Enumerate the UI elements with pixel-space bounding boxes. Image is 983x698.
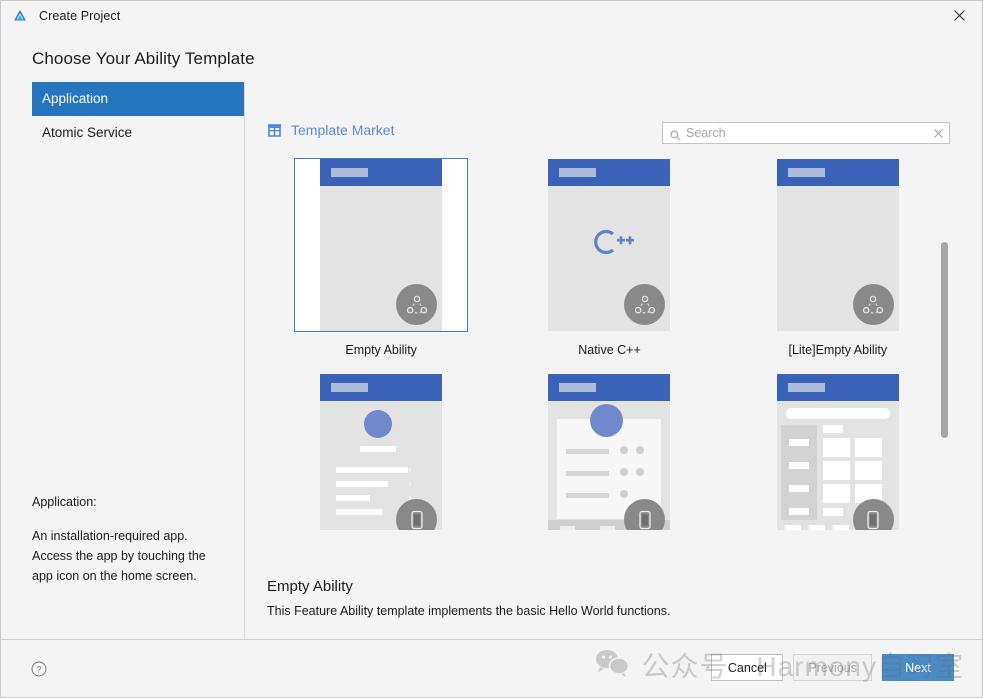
template-thumbnail — [776, 159, 899, 331]
title-bar: Create Project — [1, 1, 982, 31]
chevron-right-icon: › — [408, 478, 412, 488]
art-tile — [822, 461, 850, 480]
thumb-titlebar — [320, 374, 443, 401]
template-thumbnail — [548, 374, 671, 530]
next-button[interactable]: Next — [882, 654, 954, 681]
template-grid: Empty Ability Native C++ [Lite]Empty Abi… — [267, 158, 952, 530]
thumb-titlebar — [776, 374, 899, 401]
art-bar — [566, 449, 610, 454]
template-market-link[interactable]: Template Market — [267, 122, 394, 138]
template-grid-scrollbar[interactable] — [941, 242, 948, 438]
art-bar — [788, 485, 809, 492]
art-bar — [360, 446, 397, 452]
cpp-logo-icon — [548, 227, 670, 257]
footer-buttons: Cancel Previous Next — [711, 654, 954, 681]
art-square — [832, 525, 849, 530]
dialog-body: Choose Your Ability Template Application… — [1, 30, 982, 640]
template-thumbnail — [320, 159, 443, 331]
art-bar — [788, 508, 809, 515]
art-bar — [566, 493, 610, 498]
page-title: Choose Your Ability Template — [32, 49, 255, 68]
template-card-frame — [751, 373, 925, 530]
category-description: Application: An installation-required ap… — [32, 492, 226, 586]
art-bar — [336, 467, 409, 473]
art-square — [600, 526, 616, 530]
template-card-frame — [751, 158, 925, 332]
template-card-about-ability[interactable]: › › › › — [267, 373, 495, 530]
template-card-lite-empty-ability[interactable]: [Lite]Empty Ability — [724, 158, 952, 357]
description-title: Empty Ability — [267, 578, 353, 595]
template-card-label: Empty Ability — [345, 343, 417, 357]
description-text: This Feature Ability template implements… — [267, 604, 671, 618]
art-bar — [336, 481, 389, 487]
chevron-right-icon: › — [408, 464, 412, 474]
art-search-field — [785, 408, 890, 419]
art-bar — [336, 495, 371, 501]
selected-template-description: Empty Ability This Feature Ability templ… — [267, 578, 952, 618]
help-circle-icon[interactable]: ? — [31, 661, 47, 677]
art-square — [784, 525, 801, 530]
search-box[interactable] — [662, 122, 950, 144]
art-bar — [822, 425, 843, 433]
sidebar-item-label: Atomic Service — [42, 125, 133, 140]
template-row: › › › › — [267, 373, 952, 530]
close-icon[interactable] — [927, 123, 949, 143]
phone-icon — [852, 499, 894, 530]
template-market-label: Template Market — [291, 122, 395, 138]
sidebar-item-application[interactable]: Application — [32, 82, 244, 116]
template-card-frame — [522, 373, 696, 530]
art-square — [560, 526, 576, 530]
art-sidebar — [780, 425, 817, 529]
sidebar-item-label: Application — [42, 91, 109, 106]
template-thumbnail — [548, 159, 671, 331]
sidebar-item-atomic-service[interactable]: Atomic Service — [32, 116, 244, 150]
art-bar — [788, 462, 809, 469]
search-icon — [670, 128, 681, 141]
template-content: Template Market Search Empty Ability Nat… — [245, 82, 982, 640]
svg-text:?: ? — [36, 665, 41, 675]
template-card-label: [Lite]Empty Ability — [788, 343, 888, 357]
art-bar — [822, 508, 843, 516]
dialog-footer: ? Cancel Previous Next — [1, 639, 982, 697]
art-tile — [854, 461, 882, 480]
share-icon — [396, 284, 438, 325]
art-bar — [788, 439, 809, 446]
template-card-frame — [294, 158, 469, 332]
art-square — [808, 525, 825, 530]
deveco-logo-icon — [12, 8, 28, 24]
window-title: Create Project — [39, 8, 121, 23]
close-window-button[interactable] — [937, 1, 982, 29]
template-thumbnail — [776, 374, 899, 530]
thumb-titlebar — [320, 159, 443, 186]
thumb-titlebar — [548, 374, 671, 401]
template-row: Empty Ability Native C++ [Lite]Empty Abi… — [267, 158, 952, 357]
art-tile — [822, 438, 850, 457]
category-sidebar: Application Atomic Service Application: … — [1, 82, 245, 640]
shop-icon — [267, 123, 282, 137]
avatar — [364, 410, 393, 438]
template-card-empty-ability[interactable]: Empty Ability — [267, 158, 495, 357]
art-bar — [336, 509, 383, 515]
thumb-titlebar — [776, 159, 899, 186]
template-card-category-ability[interactable]: Category Ability — [724, 373, 952, 530]
art-bar — [566, 471, 610, 476]
art-tile — [854, 438, 882, 457]
cancel-button[interactable]: Cancel — [711, 654, 784, 681]
template-card-label: Native C++ — [578, 343, 641, 357]
template-card-frame: › › › › — [294, 373, 468, 530]
category-description-body: An installation-required app. Access the… — [32, 529, 206, 583]
template-thumbnail: › › › › — [320, 374, 443, 530]
previous-button: Previous — [793, 654, 872, 681]
search-input[interactable] — [686, 126, 927, 140]
share-icon — [852, 284, 894, 325]
template-card-business-card-ability[interactable]: Business Card Ability — [495, 373, 723, 530]
share-icon — [624, 284, 666, 325]
template-card-frame — [522, 158, 696, 332]
category-description-heading: Application: — [32, 495, 97, 509]
create-project-dialog: Create Project Choose Your Ability Templ… — [0, 0, 983, 698]
art-tile — [822, 484, 850, 503]
thumb-titlebar — [548, 159, 671, 186]
template-card-native-cpp[interactable]: Native C++ — [495, 158, 723, 357]
